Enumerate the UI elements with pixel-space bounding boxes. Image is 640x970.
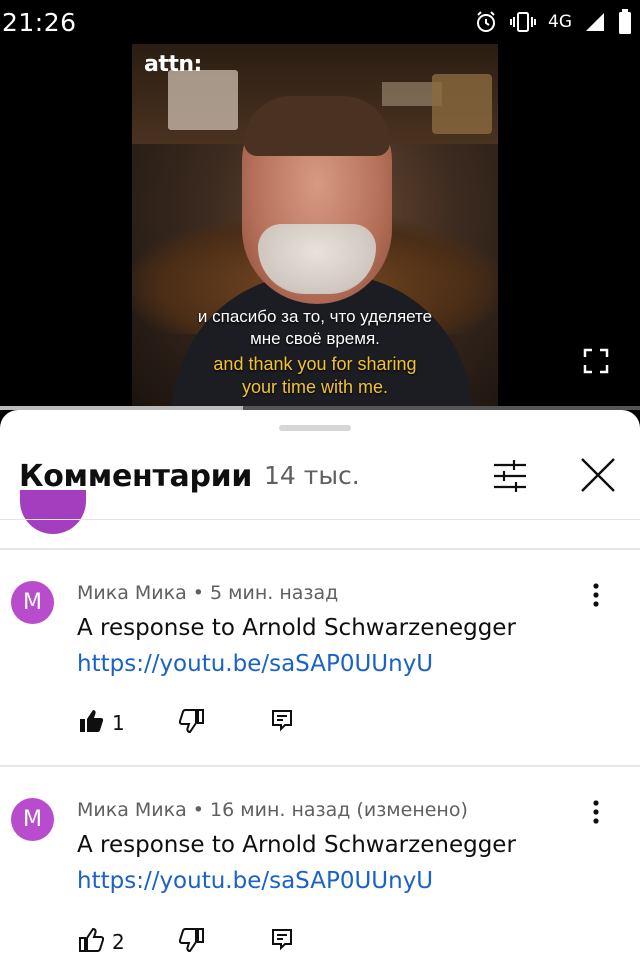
alarm-icon (474, 10, 498, 34)
subtitle-ru-line-1: и спасибо за то, что уделяете (197, 307, 433, 326)
battery-icon (618, 9, 632, 35)
status-time: 21:26 (2, 8, 77, 37)
avatar[interactable]: M (11, 581, 54, 624)
dislike-icon[interactable] (178, 927, 205, 953)
signal-icon (584, 11, 606, 33)
video-player[interactable]: attn: и спасибо за то, что уделяете мне … (0, 44, 640, 410)
more-options-icon[interactable] (584, 798, 608, 826)
like-icon[interactable] (78, 708, 104, 734)
video-frame: attn: и спасибо за то, что уделяете мне … (132, 44, 498, 410)
video-person-hair (244, 96, 390, 156)
subtitle-ru-line-2: мне своё время. (250, 329, 380, 348)
status-bar: 21:26 4G (0, 0, 640, 44)
subtitle-ru: и спасибо за то, что уделяете мне своё в… (132, 306, 498, 350)
avatar[interactable]: M (11, 798, 54, 841)
reply-icon[interactable] (270, 927, 294, 951)
fullscreen-icon[interactable] (583, 348, 609, 374)
dislike-icon[interactable] (178, 708, 205, 734)
comment-meta: Мика Мика • 5 мин. назад (77, 582, 339, 604)
comment-count: 14 тыс. (264, 461, 360, 490)
header-divider (0, 519, 640, 520)
comment-text: A response to Arnold Schwarzenegger (77, 832, 516, 858)
video-shelf-object (432, 74, 492, 134)
comment-item: M Мика Мика • 16 мин. назад (изменено) A… (0, 767, 640, 967)
subtitle-en: and thank you for sharing your time with… (132, 353, 498, 399)
sort-filter-icon[interactable] (490, 456, 530, 496)
comments-sheet: Комментарии 14 тыс. M Мика Мика • 5 мин.… (0, 410, 640, 970)
subtitle-en-line-1: and thank you for sharing (213, 354, 417, 374)
more-options-icon[interactable] (584, 581, 608, 609)
avatar (20, 490, 86, 534)
video-shelf-photo (168, 70, 238, 130)
comment-link[interactable]: https://youtu.be/saSAP0UUnyU (77, 868, 433, 894)
comment-link[interactable]: https://youtu.be/saSAP0UUnyU (77, 651, 433, 677)
reply-icon[interactable] (270, 708, 294, 732)
network-label: 4G (548, 12, 572, 32)
vibrate-icon (510, 10, 536, 34)
close-icon[interactable] (578, 455, 618, 495)
sheet-title: Комментарии (19, 459, 253, 494)
comment-item: M Мика Мика • 5 мин. назад A response to… (0, 550, 640, 750)
status-icons: 4G (474, 8, 632, 36)
comment-text: A response to Arnold Schwarzenegger (77, 615, 516, 641)
like-count: 1 (112, 711, 125, 735)
sheet-drag-handle[interactable] (279, 425, 351, 431)
comment-meta: Мика Мика • 16 мин. назад (изменено) (77, 799, 468, 821)
video-person-beard (258, 224, 376, 294)
subtitle-en-line-2: your time with me. (241, 377, 389, 397)
like-count: 2 (112, 930, 125, 954)
brand-watermark: attn: (144, 52, 202, 77)
like-icon[interactable] (78, 927, 105, 953)
